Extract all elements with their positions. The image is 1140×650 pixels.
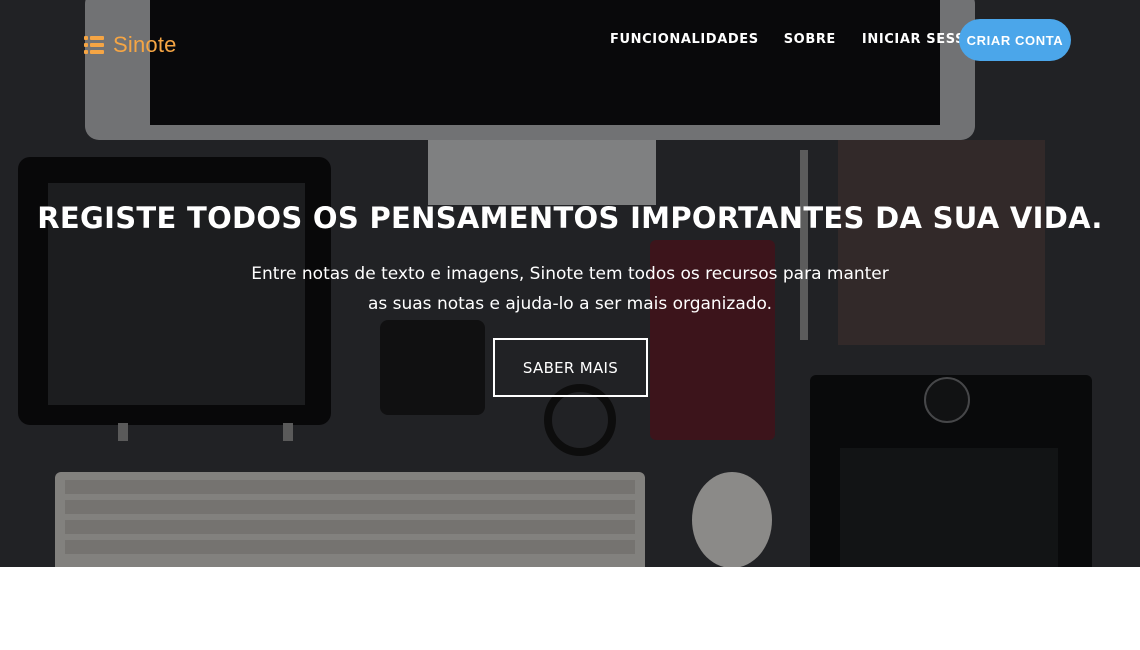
nav-links: FUNCIONALIDADES SOBRE INICIAR SESSÃO (610, 32, 1012, 48)
hero-section: Sinote FUNCIONALIDADES SOBRE INICIAR SES… (0, 0, 1140, 567)
brand-name: Sinote (113, 32, 177, 57)
nav-link-sobre[interactable]: SOBRE (784, 32, 836, 48)
hero-headline: REGISTE TODOS OS PENSAMENTOS IMPORTANTES… (37, 201, 1103, 235)
hero-subtitle: Entre notas de texto e imagens, Sinote t… (251, 264, 889, 314)
list-icon (84, 36, 104, 54)
criar-conta-button[interactable]: CRIAR CONTA (959, 19, 1071, 61)
top-navbar: Sinote FUNCIONALIDADES SOBRE INICIAR SES… (0, 0, 1140, 82)
brand-logo[interactable]: Sinote (84, 30, 177, 60)
saber-mais-button[interactable]: SABER MAIS (493, 338, 648, 397)
nav-link-funcionalidades[interactable]: FUNCIONALIDADES (610, 32, 759, 48)
